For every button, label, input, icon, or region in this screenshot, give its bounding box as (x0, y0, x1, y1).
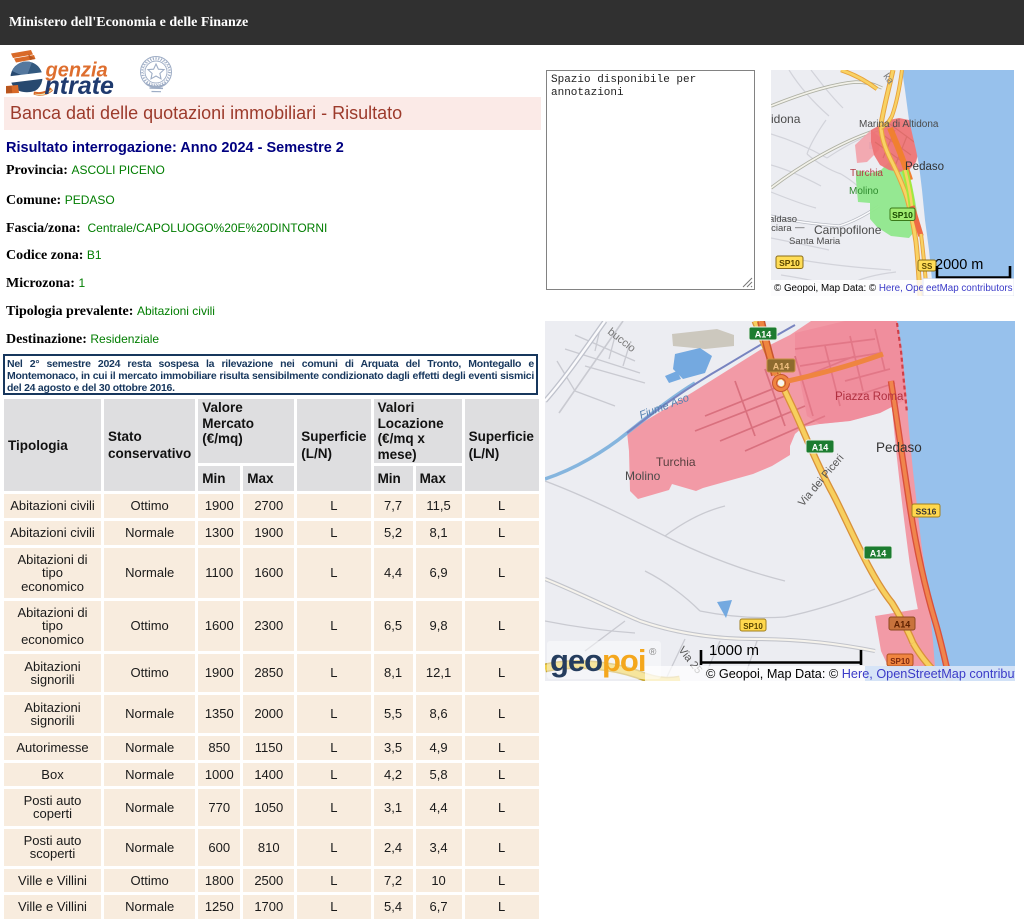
svg-text:Marina di Altidona: Marina di Altidona (859, 119, 939, 130)
svg-text:ntrate: ntrate (45, 72, 115, 100)
svg-text:2000 m: 2000 m (935, 257, 983, 273)
svg-text:—: — (795, 222, 805, 233)
svg-text:Piazza Roma: Piazza Roma (835, 391, 904, 403)
svg-text:Pedaso: Pedaso (876, 440, 922, 455)
svg-text:Molino: Molino (625, 469, 661, 483)
svg-text:Pedaso: Pedaso (905, 161, 944, 173)
svg-text:A14: A14 (773, 362, 790, 372)
svg-text:A14: A14 (870, 549, 887, 559)
svg-text:Santa Maria: Santa Maria (789, 236, 841, 247)
svg-text:SP10: SP10 (890, 657, 910, 666)
svg-text:Molino: Molino (849, 186, 879, 197)
svg-text:idona: idona (771, 112, 801, 126)
svg-text:eetMap contributors: eetMap contributors (926, 283, 1013, 294)
svg-text:®: ® (649, 647, 657, 658)
svg-text:SP10: SP10 (743, 622, 763, 631)
svg-text:SP10: SP10 (779, 258, 800, 268)
svg-text:SS16: SS16 (916, 507, 937, 517)
svg-text:A14: A14 (894, 620, 911, 630)
svg-text:geo: geo (550, 643, 602, 678)
svg-text:SS: SS (922, 262, 933, 271)
svg-text:Campofilone: Campofilone (814, 223, 882, 237)
svg-text:A14: A14 (755, 330, 772, 340)
svg-text:1000 m: 1000 m (709, 642, 759, 659)
svg-text:Turchia: Turchia (850, 168, 883, 179)
svg-text:Turchia: Turchia (656, 455, 696, 469)
svg-text:poi: poi (602, 643, 646, 678)
svg-text:© Geopoi, Map Data: © Here, Op: © Geopoi, Map Data: © Here, OpenStreetMa… (706, 667, 1015, 681)
svg-text:iciara: iciara (771, 223, 792, 234)
svg-text:A14: A14 (812, 443, 829, 453)
svg-text:SP10: SP10 (892, 210, 913, 220)
